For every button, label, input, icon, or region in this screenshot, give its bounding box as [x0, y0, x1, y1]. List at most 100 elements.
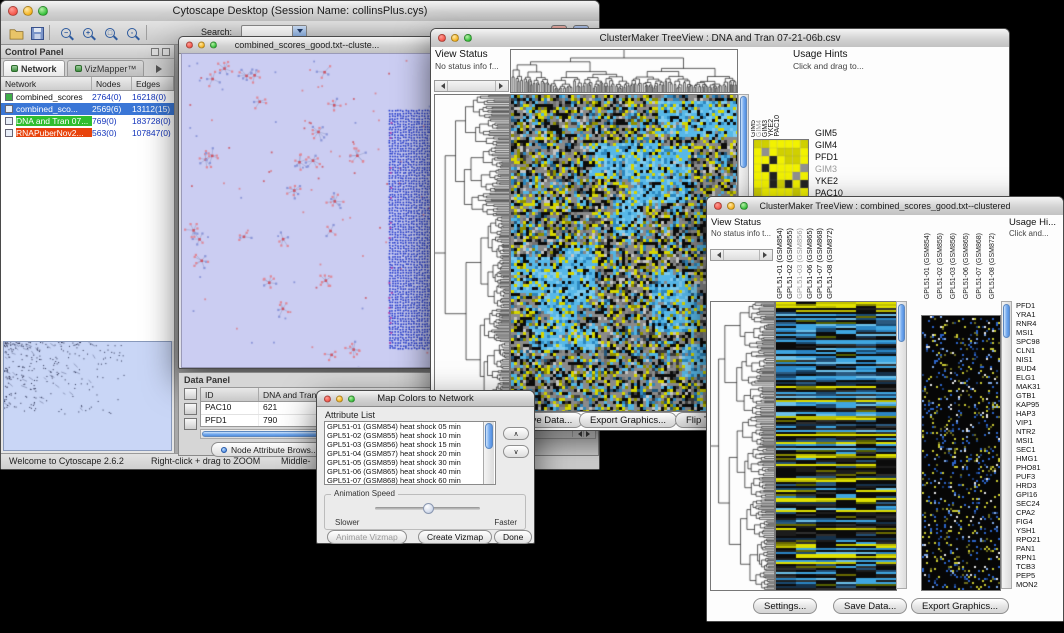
create-attribute-icon[interactable] [184, 403, 197, 415]
delete-attribute-icon[interactable] [184, 418, 197, 430]
animate-vizmap-button[interactable]: Animate Vizmap [327, 530, 407, 544]
scroll-right-icon[interactable] [583, 431, 594, 437]
close-button[interactable] [186, 42, 193, 49]
treeview-button[interactable]: Export Graphics... [911, 598, 1009, 614]
column-label[interactable]: GPL51-08 (GSM872) [825, 228, 835, 299]
node-attribute-browser-tab[interactable]: Node Attribute Brows... [211, 442, 328, 457]
gene-label[interactable]: TCB3 [1016, 562, 1064, 571]
matrix-column-label[interactable]: PAC10 [775, 115, 781, 137]
column-label[interactable]: GPL51-08 (GSM872) [986, 233, 999, 299]
gene-label[interactable]: ELG1 [1016, 373, 1064, 382]
attribute-list-item[interactable]: GPL51-05 (GSM859) heat shock 30 min [327, 458, 495, 467]
move-down-button[interactable]: ∨ [503, 445, 529, 458]
gene-label[interactable]: CPA2 [1016, 508, 1064, 517]
gene-label[interactable]: PFD1 [815, 151, 867, 163]
column-label[interactable]: GPL51-02 (GSM855) [785, 228, 795, 299]
scroll-track[interactable] [724, 250, 759, 260]
zoom-button[interactable] [38, 6, 48, 16]
gene-label[interactable]: RPN1 [1016, 553, 1064, 562]
attribute-list-item[interactable]: GPL51-02 (GSM855) heat shock 10 min [327, 431, 495, 440]
gene-label[interactable]: NTR2 [1016, 427, 1064, 436]
select-attributes-icon[interactable] [184, 388, 197, 400]
gene-label[interactable]: BUD4 [1016, 364, 1064, 373]
column-label[interactable]: GPL51-07 (GSM868) [815, 228, 825, 299]
network-view-window[interactable]: combined_scores_good.txt--cluste... [178, 36, 436, 369]
network-view-canvas[interactable] [181, 53, 435, 368]
gene-label[interactable]: GIM5 [815, 127, 867, 139]
open-session-icon[interactable] [7, 24, 25, 42]
column-label[interactable]: GPL51-07 (GSM868) [973, 233, 986, 299]
close-button[interactable] [8, 6, 18, 16]
speed-slider[interactable] [375, 507, 480, 510]
column-dendrogram-canvas[interactable] [510, 49, 738, 93]
close-button[interactable] [714, 202, 722, 210]
gene-label[interactable]: RPO21 [1016, 535, 1064, 544]
tab-overflow-icon[interactable] [156, 65, 166, 73]
gene-label[interactable]: GTB1 [1016, 391, 1064, 400]
dialog-titlebar[interactable]: Map Colors to Network [317, 391, 534, 407]
scroll-left-icon[interactable] [435, 81, 448, 91]
control-panel-tab[interactable]: Network [3, 60, 65, 76]
scroll-right-icon[interactable] [495, 81, 508, 91]
minimize-button[interactable] [727, 202, 735, 210]
float-panel-icon[interactable] [151, 48, 159, 56]
correlation-matrix-canvas[interactable] [753, 139, 809, 197]
gene-label[interactable]: NIS1 [1016, 355, 1064, 364]
treeview-button[interactable]: Save Data... [833, 598, 907, 614]
control-panel-tab[interactable]: VizMapper™ [67, 60, 145, 76]
treeview-button[interactable]: Export Graphics... [579, 412, 677, 428]
gene-label[interactable]: RNR4 [1016, 319, 1064, 328]
slider-thumb[interactable] [423, 503, 434, 514]
row-dendrogram-canvas[interactable] [710, 301, 775, 591]
gene-label[interactable]: GIM4 [815, 139, 867, 151]
right-heatmap-canvas[interactable] [921, 315, 1001, 591]
network-overview-canvas[interactable] [4, 342, 170, 448]
gene-label[interactable]: MSI1 [1016, 328, 1064, 337]
treeview2-titlebar[interactable]: ClusterMaker TreeView : combined_scores_… [707, 197, 1063, 216]
gene-label[interactable]: YRA1 [1016, 310, 1064, 319]
network-list-row[interactable]: combined_sco... 2569(6) 13112(15) [1, 103, 174, 115]
zoom-button[interactable] [464, 34, 472, 42]
column-label[interactable]: GPL51-01 (GSM854) [921, 233, 934, 299]
attribute-list-item[interactable]: GPL51-06 (GSM865) heat shock 40 min [327, 467, 495, 476]
gene-label[interactable]: MON2 [1016, 580, 1064, 589]
scroll-right-icon[interactable] [759, 250, 772, 260]
vscroll-thumb[interactable] [1003, 304, 1010, 338]
attribute-list-item[interactable]: GPL51-07 (GSM868) heat shock 60 min [327, 476, 495, 485]
treeview-button[interactable]: Settings... [753, 598, 817, 614]
gene-label[interactable]: HRD3 [1016, 481, 1064, 490]
zoom-button[interactable] [348, 395, 355, 402]
gene-label[interactable]: SEC1 [1016, 445, 1064, 454]
gene-label[interactable]: PHO81 [1016, 463, 1064, 472]
heatmap-canvas[interactable] [510, 94, 738, 412]
network-list-row[interactable]: DNA and Tran 07... 769(0) 183728(0) [1, 115, 174, 127]
map-colors-dialog[interactable]: Map Colors to Network Attribute List GPL… [316, 390, 535, 544]
vscroll-thumb[interactable] [898, 304, 905, 342]
attribute-list-item[interactable]: GPL51-03 (GSM856) heat shock 15 min [327, 440, 495, 449]
main-titlebar[interactable]: Cytoscape Desktop (Session Name: collins… [1, 1, 599, 22]
zoom-out-icon[interactable]: − [57, 24, 75, 42]
gene-label[interactable]: PUF3 [1016, 472, 1064, 481]
gene-label[interactable]: SPC98 [1016, 337, 1064, 346]
gene-label[interactable]: HAP3 [1016, 409, 1064, 418]
network-overview-panel[interactable] [3, 341, 172, 451]
gene-label[interactable]: PAN1 [1016, 544, 1064, 553]
gene-label[interactable]: FIG4 [1016, 517, 1064, 526]
gene-label[interactable]: MAK31 [1016, 382, 1064, 391]
column-header-network[interactable]: Network [1, 77, 92, 90]
zoom-button[interactable] [740, 202, 748, 210]
network-view-titlebar[interactable]: combined_scores_good.txt--cluste... [179, 37, 435, 54]
close-panel-icon[interactable] [162, 48, 170, 56]
zoom-fit-icon[interactable]: □ [101, 24, 119, 42]
gene-label[interactable]: PEP5 [1016, 571, 1064, 580]
minimize-button[interactable] [198, 42, 205, 49]
column-label[interactable]: GPL51-01 (GSM854) [775, 228, 785, 299]
gene-label[interactable]: CLN1 [1016, 346, 1064, 355]
attribute-list-item[interactable]: GPL51-01 (GSM854) heat shock 05 min [327, 422, 495, 431]
gene-label[interactable]: GIM3 [815, 163, 867, 175]
heatmap-canvas[interactable] [775, 301, 897, 591]
move-up-button[interactable]: ∧ [503, 427, 529, 440]
minimize-button[interactable] [451, 34, 459, 42]
gene-label[interactable]: SEC24 [1016, 499, 1064, 508]
zoom-button[interactable] [210, 42, 217, 49]
